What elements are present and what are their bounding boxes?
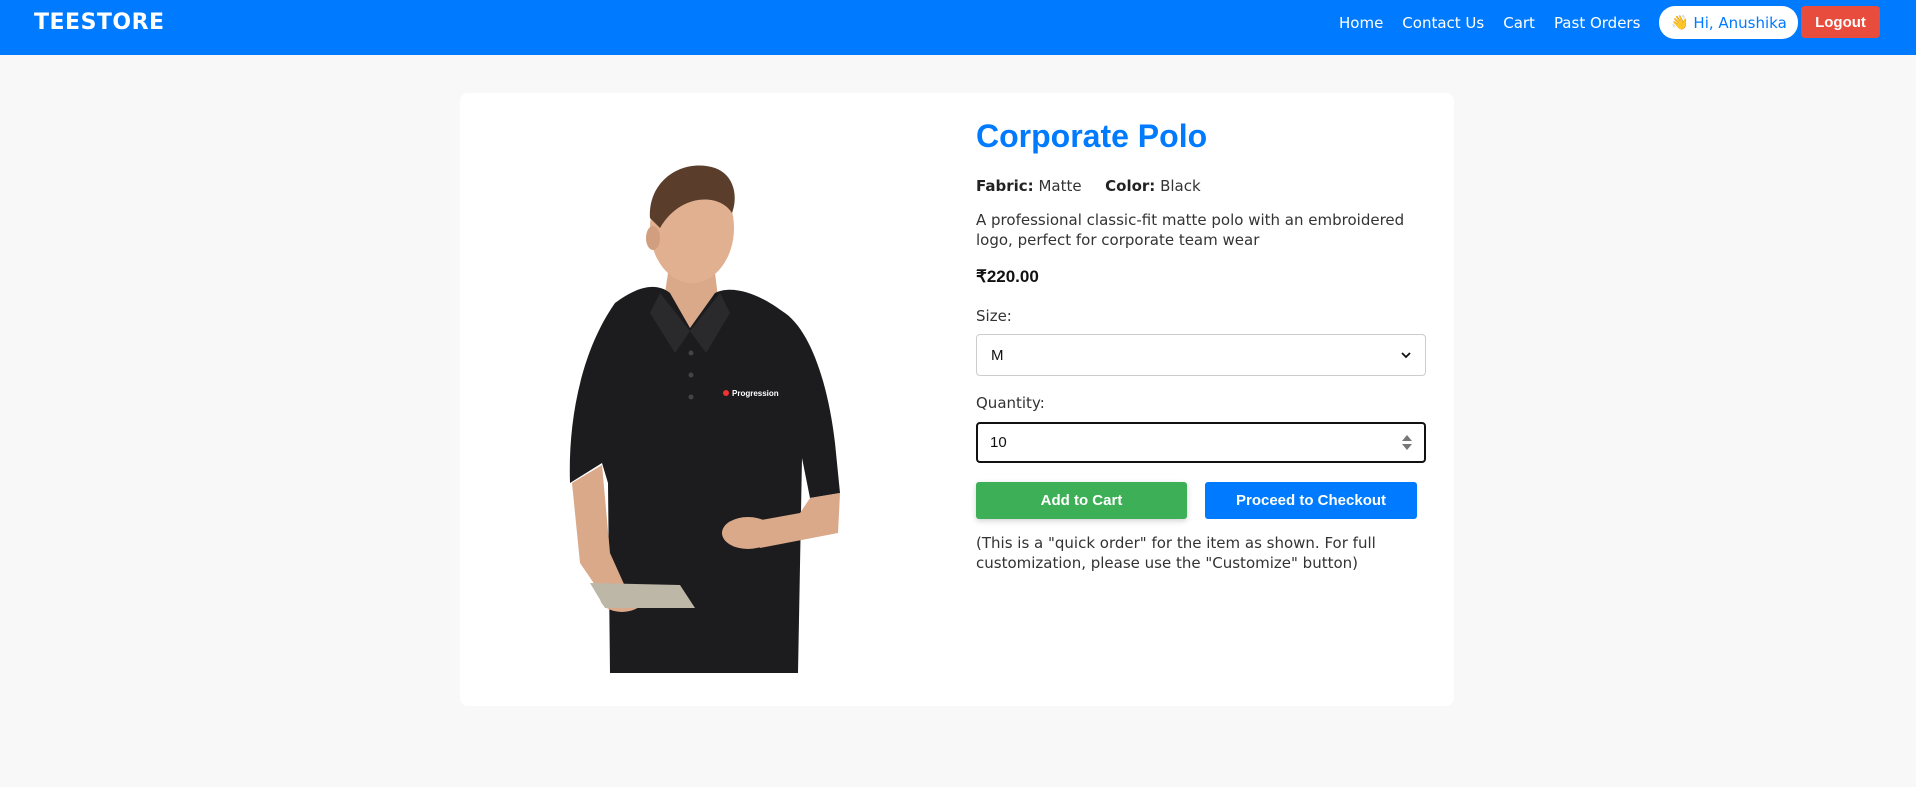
user-greeting[interactable]: 👋 Hi, Anushika: [1659, 6, 1798, 39]
nav-past-orders[interactable]: Past Orders: [1554, 14, 1640, 32]
color-value: Black: [1160, 177, 1201, 195]
waving-hand-icon: 👋: [1671, 14, 1689, 31]
brand-logo[interactable]: TEESTORE: [34, 10, 165, 35]
size-label: Size:: [976, 307, 1012, 325]
add-to-cart-button[interactable]: Add to Cart: [976, 482, 1187, 519]
product-description: A professional classic-fit matte polo wi…: [976, 211, 1405, 249]
logout-button[interactable]: Logout: [1801, 6, 1880, 38]
quantity-input[interactable]: 10: [976, 422, 1426, 463]
nav-home[interactable]: Home: [1339, 14, 1383, 32]
proceed-to-checkout-button[interactable]: Proceed to Checkout: [1205, 482, 1417, 519]
nav-contact-us[interactable]: Contact Us: [1402, 14, 1484, 32]
color-label: Color:: [1105, 177, 1156, 195]
quick-order-note: (This is a "quick order" for the item as…: [976, 534, 1376, 572]
product-image: Progression: [569, 165, 840, 673]
chevron-down-icon: [1401, 352, 1411, 359]
size-selected-value: M: [991, 346, 1004, 364]
fabric-label: Fabric:: [976, 177, 1034, 195]
decrement-arrow-icon[interactable]: [1402, 444, 1412, 450]
product-card: Progression Corporate Polo Fabric: Matte…: [460, 93, 1454, 706]
navbar: TEESTORE Home Contact Us Cart Past Order…: [0, 0, 1916, 55]
nav-cart[interactable]: Cart: [1503, 14, 1535, 32]
greeting-text: Hi, Anushika: [1693, 13, 1787, 32]
size-select[interactable]: M: [976, 334, 1426, 376]
fabric-value: Matte: [1038, 177, 1082, 195]
svg-text:Progression: Progression: [732, 389, 779, 398]
product-specs: Fabric: Matte Color: Black: [976, 177, 1201, 195]
nav-links: Home Contact Us Cart Past Orders 👋 Hi, A…: [1339, 0, 1798, 45]
quantity-value: 10: [990, 434, 1007, 451]
quantity-label: Quantity:: [976, 394, 1045, 412]
product-title: Corporate Polo: [976, 118, 1208, 154]
quantity-stepper[interactable]: [1402, 435, 1412, 450]
product-price: ₹220.00: [976, 267, 1039, 286]
increment-arrow-icon[interactable]: [1402, 435, 1412, 441]
